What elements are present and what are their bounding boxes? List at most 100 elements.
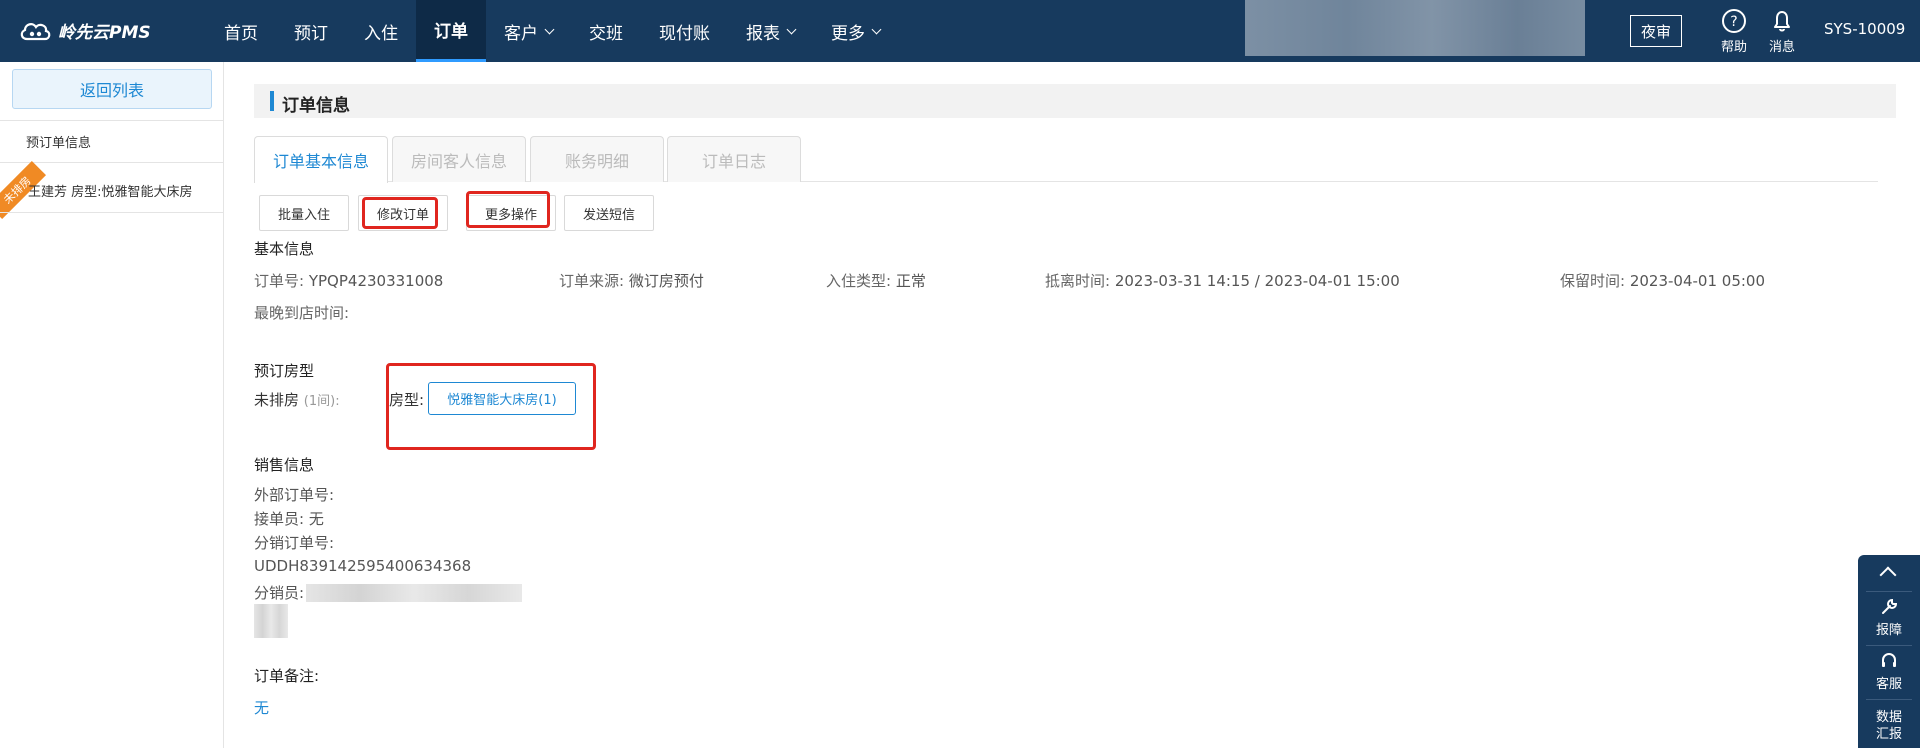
customer-service-label: 客服 [1875, 677, 1902, 692]
nav-label: 现付账 [659, 23, 710, 44]
latest-arrival-label: 最晚到店时间: [254, 304, 350, 322]
nav-customers[interactable]: 客户 [486, 0, 571, 62]
report-issue-button[interactable]: 报障 [1858, 595, 1920, 638]
order-source-value: 微订房预付 [628, 272, 704, 290]
brand-logo[interactable]: 岭先云PMS [18, 18, 151, 43]
nav-label: 报表 [746, 23, 780, 44]
nav-home[interactable]: 首页 [206, 0, 276, 62]
tab-billing[interactable]: 账务明细 [530, 136, 664, 182]
nav-label: 首页 [224, 23, 258, 44]
customer-service-button[interactable]: 客服 [1858, 649, 1920, 692]
highlight-more-operations [466, 191, 550, 228]
redacted-block [254, 604, 288, 638]
user-menu[interactable]: SYS-10009 [1824, 20, 1905, 38]
unassigned-colon: : [335, 394, 340, 409]
night-audit-button[interactable]: 夜审 [1630, 15, 1682, 47]
nav-reports[interactable]: 报表 [728, 0, 813, 62]
highlight-modify-order [362, 197, 438, 229]
order-source-label: 订单来源: [559, 272, 625, 290]
unassigned-label: 未排房 [254, 391, 300, 409]
messages-label: 消息 [1768, 40, 1795, 55]
highlight-roomtype [386, 363, 596, 450]
tab-order-basic[interactable]: 订单基本信息 [254, 136, 388, 183]
nav-booking[interactable]: 预订 [276, 0, 346, 62]
order-info-header: 订单信息 [254, 84, 1896, 118]
data-report-button[interactable]: 数据 汇报 [1858, 709, 1920, 743]
tab-order-log[interactable]: 订单日志 [667, 136, 801, 182]
headset-icon [1882, 653, 1896, 667]
nav-cash-account[interactable]: 现付账 [641, 0, 728, 62]
messages-button[interactable]: 消息 [1760, 8, 1804, 55]
nav-label: 客户 [504, 23, 538, 44]
nav-checkin[interactable]: 入住 [346, 0, 416, 62]
data-report-label-1: 数据 [1875, 710, 1902, 725]
order-tabs: 订单基本信息 房间客人信息 账务明细 订单日志 [254, 136, 1878, 183]
help-icon: ? [1722, 9, 1746, 33]
user-name: SYS-10009 [1824, 20, 1906, 38]
latest-arrival: 最晚到店时间: [254, 302, 349, 323]
batch-checkin-button[interactable]: 批量入住 [259, 195, 349, 231]
redacted-area [1245, 0, 1585, 56]
nav-orders[interactable]: 订单 [416, 0, 486, 62]
basic-info-title: 基本信息 [254, 240, 315, 258]
nav-label: 预订 [294, 23, 328, 44]
stay-period-value: 2023-03-31 14:15 / 2023-04-01 15:00 [1114, 272, 1400, 290]
svg-text:?: ? [1730, 14, 1737, 30]
divider [1866, 645, 1912, 646]
nav-label: 入住 [364, 23, 398, 44]
data-report-label-2: 汇报 [1875, 727, 1902, 742]
checkin-type-label: 入住类型: [826, 272, 892, 290]
back-to-list-button[interactable]: 返回列表 [12, 69, 212, 109]
chevron-down-icon [786, 24, 797, 34]
checkin-type: 入住类型: 正常 [826, 270, 926, 291]
collapse-up-icon[interactable] [1879, 566, 1897, 584]
order-number-label: 订单号: [254, 272, 305, 290]
chevron-down-icon [871, 24, 882, 34]
help-label: 帮助 [1720, 40, 1747, 55]
distributor: 分销员: [254, 584, 305, 602]
brand-name: 岭先云PMS [58, 23, 151, 43]
sidebar-order-item[interactable]: 未排房 王建芳 房型:悦雅智能大床房 [0, 161, 224, 219]
order-number: 订单号: YPQP4230331008 [254, 270, 443, 291]
distribution-order-label: 分销订单号: [254, 534, 335, 552]
order-number-value: YPQP4230331008 [308, 272, 444, 290]
sidebar-section-label: 预订单信息 [26, 136, 92, 151]
section-title: 订单信息 [282, 96, 350, 116]
unassigned-count: (1间) [303, 394, 336, 409]
hold-time-label: 保留时间: [1560, 272, 1626, 290]
stay-period: 抵离时间: 2023-03-31 14:15 / 2023-04-01 15:0… [1045, 270, 1400, 291]
nav-label: 交班 [589, 23, 623, 44]
divider [0, 212, 224, 213]
nav-shift[interactable]: 交班 [571, 0, 641, 62]
sales-info-title: 销售信息 [254, 456, 315, 474]
send-sms-button[interactable]: 发送短信 [564, 195, 654, 231]
checkin-type-value: 正常 [895, 272, 926, 290]
divider [0, 120, 224, 121]
hold-time-value: 2023-04-01 05:00 [1629, 272, 1766, 290]
order-source: 订单来源: 微订房预付 [559, 270, 704, 291]
main-nav: 首页 预订 入住 订单 客户 交班 现付账 报表 更多 [206, 0, 898, 62]
tab-room-guests[interactable]: 房间客人信息 [392, 136, 526, 182]
divider [1866, 699, 1912, 700]
floating-toolbar: 报障 客服 数据 汇报 [1858, 555, 1920, 748]
wrench-icon [1882, 598, 1898, 614]
sidebar-order-text: 王建芳 房型:悦雅智能大床房 [28, 185, 193, 200]
booking-roomtype-title: 预订房型 [254, 362, 315, 380]
help-button[interactable]: ? 帮助 [1712, 8, 1756, 55]
stay-period-label: 抵离时间: [1045, 272, 1111, 290]
nav-label: 更多 [831, 23, 865, 44]
order-remark-value: 无 [254, 699, 270, 717]
external-order-no: 外部订单号: [254, 486, 335, 504]
nav-label: 订单 [434, 22, 468, 42]
hold-time: 保留时间: 2023-04-01 05:00 [1560, 270, 1765, 291]
cloud-icon [20, 22, 51, 40]
order-remark-title: 订单备注: [254, 667, 320, 685]
divider [1866, 591, 1912, 592]
sidebar: 返回列表 预订单信息 未排房 王建芳 房型:悦雅智能大床房 [0, 62, 224, 748]
chevron-down-icon [544, 24, 555, 34]
top-navbar: 岭先云PMS 首页 预订 入住 订单 客户 交班 现付账 报表 更多 夜审 ? … [0, 0, 1920, 62]
order-receiver: 接单员: 无 [254, 510, 324, 528]
nav-more[interactable]: 更多 [813, 0, 898, 62]
unassigned-rooms: 未排房 (1间): [254, 389, 340, 410]
distribution-order-value: UDDH839142595400634368 [254, 557, 472, 575]
